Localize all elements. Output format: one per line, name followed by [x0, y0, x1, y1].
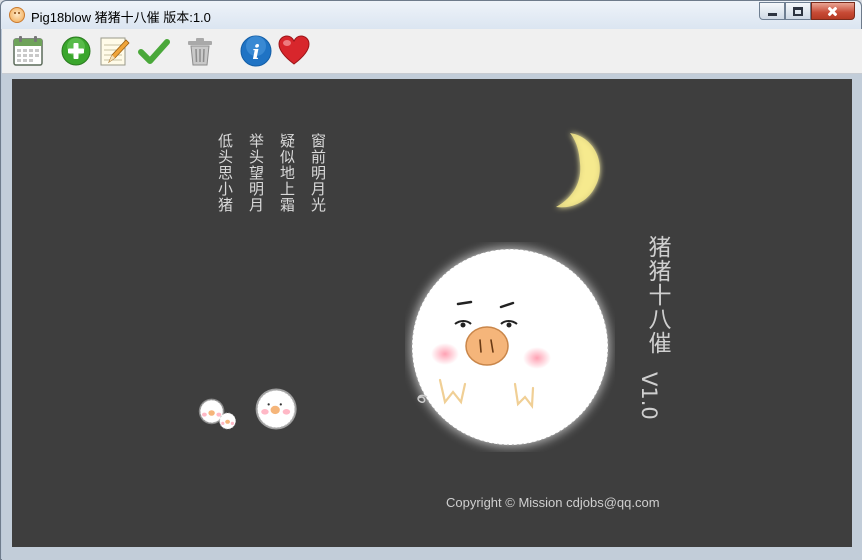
- trash-icon[interactable]: [184, 35, 216, 67]
- svg-text:i: i: [252, 40, 260, 64]
- heart-icon[interactable]: [278, 35, 310, 67]
- title-bar[interactable]: Pig18blow 猪猪十八催 版本:1.0: [1, 1, 861, 29]
- toolbar: i: [2, 29, 862, 74]
- splash-canvas: 窗前明月光 疑似地上霜 举头望明月 低头思小猪 猪猪十八催 V1.0 Copyr…: [12, 79, 852, 547]
- minimize-button[interactable]: [759, 2, 785, 20]
- window-title: Pig18blow 猪猪十八催 版本:1.0: [31, 10, 211, 25]
- poem-line: 举头望明月: [247, 133, 265, 213]
- poem-line: 低头思小猪: [216, 133, 234, 213]
- pig-app-icon: [9, 7, 25, 23]
- poem-line: 疑似地上霜: [278, 133, 296, 213]
- calendar-icon[interactable]: [12, 35, 44, 67]
- small-pig-icon: [198, 398, 236, 430]
- info-icon[interactable]: i: [240, 35, 272, 67]
- version-label: V1.0: [637, 372, 661, 420]
- poem: 窗前明月光 疑似地上霜 举头望明月 低头思小猪: [202, 133, 327, 213]
- maximize-button[interactable]: [785, 2, 811, 20]
- poem-line: 窗前明月光: [309, 133, 327, 213]
- edit-icon[interactable]: [98, 35, 130, 67]
- check-icon[interactable]: [138, 35, 170, 67]
- add-icon[interactable]: [60, 35, 92, 67]
- moon-icon: [556, 133, 600, 208]
- pig-mascot: [410, 247, 610, 447]
- close-button[interactable]: [811, 2, 855, 20]
- app-window: Pig18blow 猪猪十八催 版本:1.0 i 窗前明月光 疑似地上霜 举头望…: [0, 0, 862, 560]
- copyright-text: Copyright © Mission cdjobs@qq.com: [446, 495, 660, 510]
- small-pig-icon: [255, 388, 297, 430]
- window-controls: [759, 2, 855, 20]
- brand-title: 猪猪十八催: [644, 235, 670, 355]
